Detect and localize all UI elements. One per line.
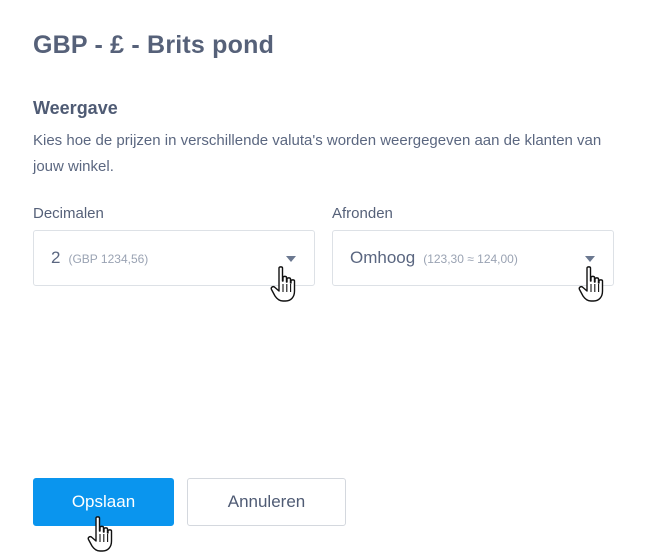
rounding-select-value: Omhoog: [350, 248, 416, 267]
decimals-select-value: 2: [51, 248, 61, 267]
hand-pointer-icon: [87, 516, 113, 552]
hand-pointer-icon: [270, 266, 296, 302]
decimals-label: Decimalen: [33, 205, 104, 222]
currency-settings-page: GBP - £ - Brits pond Weergave Kies hoe d…: [0, 0, 652, 558]
page-title: GBP - £ - Brits pond: [33, 31, 275, 59]
section-title-display: Weergave: [33, 98, 118, 118]
rounding-select[interactable]: Omhoog (123,30 ≈ 124,00): [332, 230, 614, 286]
cancel-button[interactable]: Annuleren: [187, 478, 346, 526]
rounding-label: Afronden: [332, 205, 393, 222]
decimals-select-hint: (GBP 1234,56): [68, 252, 149, 266]
chevron-down-icon: [286, 256, 296, 262]
hand-pointer-icon: [578, 266, 604, 302]
section-description: Kies hoe de prijzen in verschillende val…: [33, 132, 602, 175]
rounding-select-hint: (123,30 ≈ 124,00): [423, 252, 518, 266]
chevron-down-icon: [585, 256, 595, 262]
